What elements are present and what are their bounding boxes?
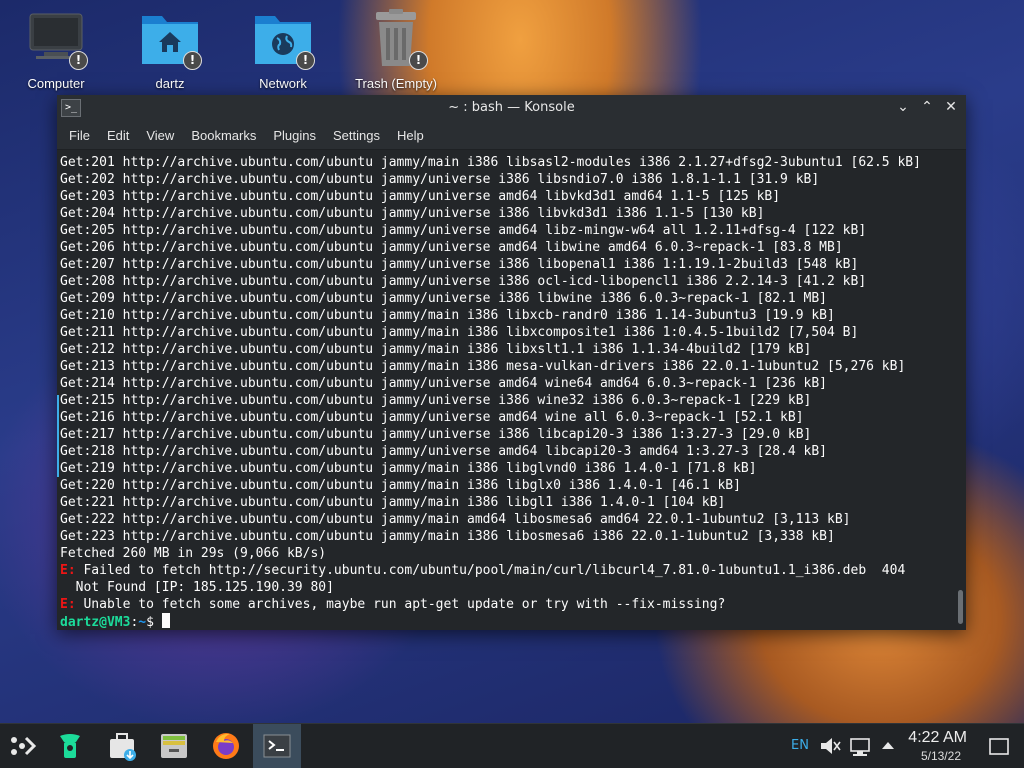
error-tag: E: (60, 563, 76, 578)
terminal-line: Get:219 http://archive.ubuntu.com/ubuntu… (60, 461, 757, 476)
title-bar[interactable]: >_ ~ : bash — Konsole ⌄ ⌃ ✕ (57, 95, 966, 121)
error-tag: E: (60, 597, 76, 612)
menu-bar: File Edit View Bookmarks Plugins Setting… (57, 121, 966, 150)
terminal-line: Get:216 http://archive.ubuntu.com/ubuntu… (60, 410, 804, 425)
terminal-output[interactable]: Get:201 http://archive.ubuntu.com/ubuntu… (57, 150, 954, 630)
terminal-line: Get:218 http://archive.ubuntu.com/ubuntu… (60, 444, 828, 459)
taskbar: EN 4:22 AM 5/13/22 (0, 723, 1024, 768)
terminal-line: Get:204 http://archive.ubuntu.com/ubuntu… (60, 206, 765, 221)
menu-view[interactable]: View (138, 128, 182, 143)
terminal-line: Get:207 http://archive.ubuntu.com/ubuntu… (60, 257, 859, 272)
error-message: Failed to fetch http://security.ubuntu.c… (75, 563, 906, 578)
terminal-line: Get:202 http://archive.ubuntu.com/ubuntu… (60, 172, 820, 187)
konsole-icon[interactable] (261, 730, 293, 762)
network-folder-icon: ! (253, 8, 315, 70)
terminal-line: Get:220 http://archive.ubuntu.com/ubuntu… (60, 478, 741, 493)
terminal-line: Get:215 http://archive.ubuntu.com/ubuntu… (60, 393, 812, 408)
firefox-icon[interactable] (210, 730, 242, 762)
maximize-button[interactable]: ⌃ (918, 98, 936, 116)
trash-icon: ! (366, 8, 428, 70)
terminal-line: Get:205 http://archive.ubuntu.com/ubuntu… (60, 223, 867, 238)
terminal-line: Get:221 http://archive.ubuntu.com/ubuntu… (60, 495, 726, 510)
menu-plugins[interactable]: Plugins (265, 128, 324, 143)
terminal-line: Get:208 http://archive.ubuntu.com/ubuntu… (60, 274, 867, 289)
terminal-line: Get:211 http://archive.ubuntu.com/ubuntu… (60, 325, 859, 340)
terminal-line: Get:201 http://archive.ubuntu.com/ubuntu… (60, 155, 921, 170)
scrollbar-thumb[interactable] (958, 590, 963, 624)
warning-icon: ! (69, 51, 88, 70)
warning-icon: ! (183, 51, 202, 70)
terminal-line: Not Found [IP: 185.125.190.39 80] (60, 580, 334, 595)
desktop-icon-label: dartz (155, 76, 185, 91)
terminal-line: Get:213 http://archive.ubuntu.com/ubuntu… (60, 359, 906, 374)
close-button[interactable]: ✕ (942, 98, 960, 116)
warning-icon: ! (409, 51, 428, 70)
terminal-line: Get:223 http://archive.ubuntu.com/ubuntu… (60, 529, 835, 544)
network-icon[interactable] (848, 730, 880, 762)
home-folder-icon: ! (140, 8, 202, 70)
terminal-line: Get:203 http://archive.ubuntu.com/ubuntu… (60, 189, 781, 204)
menu-bookmarks[interactable]: Bookmarks (183, 128, 264, 143)
desktop-icon-label: Computer (27, 76, 85, 91)
volume-muted-icon[interactable] (818, 730, 850, 762)
show-desktop-icon[interactable] (986, 730, 1018, 762)
scroll-marker (57, 395, 59, 477)
prompt-path: ~ (138, 615, 147, 630)
desktop-icon-label: Network (259, 76, 307, 91)
menu-edit[interactable]: Edit (99, 128, 137, 143)
text-cursor (161, 613, 170, 628)
desktop-icon-label: Trash (Empty) (355, 76, 437, 91)
terminal-lines: Get:201 http://archive.ubuntu.com/ubuntu… (60, 154, 954, 562)
terminal-line: Get:212 http://archive.ubuntu.com/ubuntu… (60, 342, 812, 357)
warning-icon: ! (296, 51, 315, 70)
minimize-button[interactable]: ⌄ (894, 98, 912, 116)
error-message: Unable to fetch some archives, maybe run… (75, 597, 726, 612)
discover-icon[interactable] (54, 730, 86, 762)
menu-file[interactable]: File (61, 128, 98, 143)
terminal-line: E: Failed to fetch http://security.ubunt… (60, 562, 954, 579)
terminal-scrollbar[interactable] (954, 150, 966, 630)
file-manager-icon[interactable] (158, 730, 190, 762)
desktop-icon-network[interactable]: ! Network (235, 8, 331, 91)
tray-expand-icon[interactable] (878, 730, 910, 762)
keyboard-layout-indicator[interactable]: EN (791, 724, 809, 768)
clock-date[interactable]: 5/13/22 (921, 749, 961, 763)
computer-icon: ! (26, 8, 88, 70)
application-launcher-icon[interactable] (6, 730, 38, 762)
konsole-window[interactable]: >_ ~ : bash — Konsole ⌄ ⌃ ✕ File Edit Vi… (57, 95, 966, 630)
terminal-line: Get:217 http://archive.ubuntu.com/ubuntu… (60, 427, 812, 442)
terminal-line: Get:209 http://archive.ubuntu.com/ubuntu… (60, 291, 828, 306)
menu-help[interactable]: Help (389, 128, 432, 143)
terminal-prompt-line[interactable]: dartz@VM3:~$ (60, 613, 954, 630)
desktop-icon-trash[interactable]: ! Trash (Empty) (348, 8, 444, 91)
terminal-line: Get:206 http://archive.ubuntu.com/ubuntu… (60, 240, 843, 255)
terminal-line: Get:222 http://archive.ubuntu.com/ubuntu… (60, 512, 851, 527)
terminal-line: Get:214 http://archive.ubuntu.com/ubuntu… (60, 376, 828, 391)
desktop-icon-computer[interactable]: ! Computer (8, 8, 104, 91)
desktop-icon-home[interactable]: ! dartz (122, 8, 218, 91)
menu-settings[interactable]: Settings (325, 128, 388, 143)
window-title: ~ : bash — Konsole (448, 100, 575, 115)
terminal-line: Fetched 260 MB in 29s (9,066 kB/s) (60, 546, 327, 561)
terminal-line: Get:210 http://archive.ubuntu.com/ubuntu… (60, 308, 835, 323)
prompt-symbol: $ (146, 615, 162, 630)
clock-time[interactable]: 4:22 AM (908, 729, 967, 747)
terminal-line: E: Unable to fetch some archives, maybe … (60, 596, 954, 613)
prompt-user-host: dartz@VM3 (60, 615, 131, 630)
store-icon[interactable] (106, 730, 138, 762)
